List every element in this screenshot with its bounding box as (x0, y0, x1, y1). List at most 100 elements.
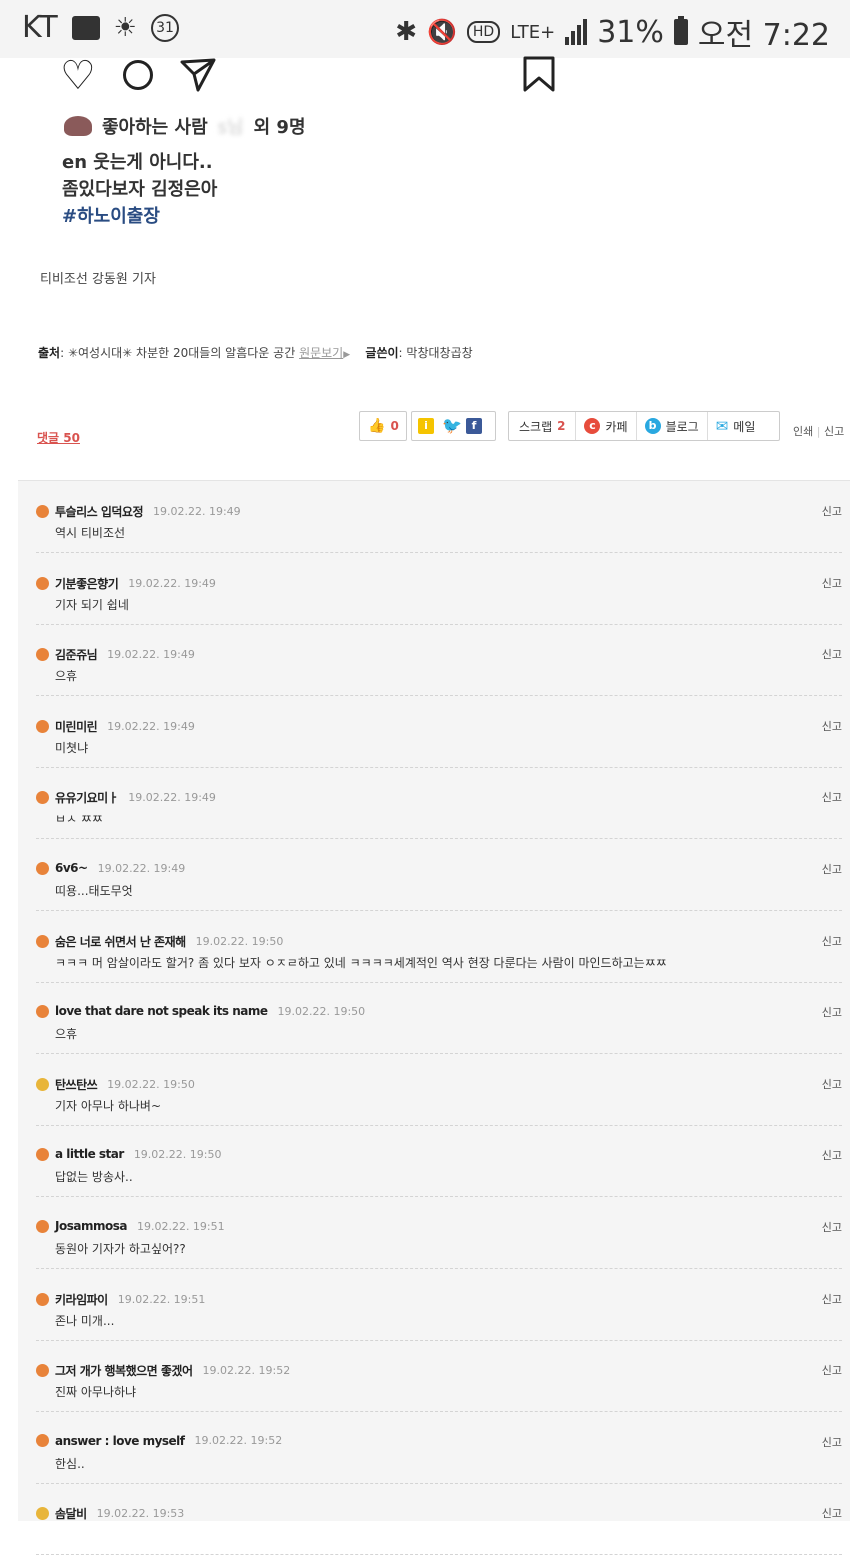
comment-report-link[interactable]: 신고 (822, 503, 842, 519)
comment-item: Josammosa 19.02.22. 19:51 동원아 기자가 하고싶어?? 신고 (36, 1197, 842, 1269)
comment-header: 투슬리스 입덕요정 19.02.22. 19:49 (36, 503, 241, 520)
comment-nickname[interactable]: love that dare not speak its name (55, 1004, 268, 1018)
comment-time: 19.02.22. 19:49 (97, 861, 186, 875)
member-level-icon (36, 1077, 49, 1091)
hashtag-link[interactable]: #하노이출장 (62, 202, 160, 228)
comment-report-link[interactable]: 신고 (822, 1362, 842, 1378)
comment-report-link[interactable]: 신고 (822, 1434, 842, 1450)
comment-report-link[interactable]: 신고 (822, 1219, 842, 1235)
member-level-icon (36, 1364, 49, 1378)
comment-text: ㅋㅋㅋ 머 암살이라도 할거? 좀 있다 보자 ㅇㅈㄹ하고 있네 ㅋㅋㅋㅋ세계적… (55, 955, 667, 970)
bookmark-icon (523, 56, 555, 92)
author-label: 글쓴이 (365, 346, 399, 360)
avatar (64, 116, 92, 136)
comment-time: 19.02.22. 19:49 (107, 648, 195, 662)
comment-time: 19.02.22. 19:49 (153, 505, 241, 518)
mail-icon: ✉ (715, 417, 729, 435)
comment-text: 진짜 아무나하냐 (55, 1385, 137, 1400)
comment-report-link[interactable]: 신고 (822, 718, 842, 734)
comment-item: 미린미린 19.02.22. 19:49 미쳣냐 신고 (36, 696, 842, 768)
likes-suffix: 외 9명 (253, 117, 306, 138)
comment-report-link[interactable]: 신고 (822, 1505, 842, 1521)
comment-item: 김준쥬님 19.02.22. 19:49 으휴 신고 (36, 624, 842, 697)
comment-report-link[interactable]: 신고 (822, 1004, 842, 1020)
comment-report-link[interactable]: 신고 (822, 861, 842, 877)
comment-nickname[interactable]: 6v6~ (55, 861, 88, 875)
comment-nickname[interactable]: 투슬리스 입덕요정 (55, 503, 144, 520)
member-level-icon (36, 791, 49, 805)
comment-item: a little star 19.02.22. 19:50 답없는 방송사.. 신고 (36, 1125, 842, 1198)
battery-percent: 31% (597, 14, 664, 50)
source-label: 출처 (38, 346, 61, 360)
mail-label: 메일 (733, 419, 756, 434)
original-link[interactable]: 원문보기 (299, 346, 343, 360)
member-level-icon (36, 719, 49, 733)
scrap-button[interactable]: 스크랩 2 (509, 412, 577, 440)
comment-nickname[interactable]: 탄쓰탄쓰 (55, 1076, 98, 1093)
mail-button[interactable]: ✉ 메일 (708, 412, 764, 440)
bluetooth-icon: ✱ (395, 17, 417, 47)
comment-nickname[interactable]: 그저 개가 행복했으면 좋겠어 (55, 1362, 193, 1379)
comment-text: 동원아 기자가 하고싶어?? (55, 1242, 186, 1256)
comment-text: 한심.. (55, 1456, 85, 1471)
comment-nickname[interactable]: 솜달비 (55, 1505, 87, 1522)
comment-nickname[interactable]: 김준쥬님 (55, 646, 98, 663)
like-button[interactable]: 👍 0 (359, 411, 407, 441)
comment-header: 그저 개가 행복했으면 좋겠어 19.02.22. 19:52 (36, 1362, 290, 1379)
comment-nickname[interactable]: 미린미린 (55, 718, 98, 735)
comment-time: 19.02.22. 19:52 (194, 1434, 283, 1448)
comment-time: 19.02.22. 19:51 (117, 1292, 206, 1306)
cafe-button[interactable]: c 카페 (576, 412, 637, 440)
comment-header: Josammosa 19.02.22. 19:51 (36, 1219, 225, 1233)
comment-report-link[interactable]: 신고 (822, 646, 842, 662)
network-type-label: LTE+ (510, 21, 556, 43)
comment-item: answer : love myself 19.02.22. 19:52 한심.. 신… (36, 1412, 842, 1484)
comment-nickname[interactable]: 유유기요미ㅏ (55, 789, 119, 806)
thumbs-up-icon: 👍 (368, 418, 386, 434)
report-link[interactable]: 신고 (824, 425, 844, 438)
print-link[interactable]: 인쇄 (793, 425, 813, 438)
comment-item: love that dare not speak its name 19.02.2… (36, 982, 842, 1055)
comment-report-link[interactable]: 신고 (822, 575, 842, 591)
comments-count-link[interactable]: 댓글 50 (37, 429, 80, 446)
comment-nickname[interactable]: a little star (55, 1147, 124, 1161)
comment-header: 미린미린 19.02.22. 19:49 (36, 718, 195, 735)
comment-report-link[interactable]: 신고 (822, 933, 842, 949)
comment-nickname[interactable]: 키라임파이 (55, 1291, 108, 1308)
comment-nickname[interactable]: answer : love myself (55, 1434, 185, 1448)
comment-time: 19.02.22. 19:50 (277, 1004, 366, 1018)
comment-time: 19.02.22. 19:50 (133, 1147, 222, 1161)
comment-report-link[interactable]: 신고 (822, 789, 842, 805)
member-level-icon (36, 1507, 49, 1521)
blog-button[interactable]: b 블로그 (637, 412, 708, 440)
comment-time: 19.02.22. 19:50 (195, 934, 284, 948)
comment-header: 기분좋은향기 19.02.22. 19:49 (36, 575, 216, 592)
hd-icon: HD (466, 21, 501, 43)
comment-report-link[interactable]: 신고 (822, 1147, 842, 1163)
comment-header: 유유기요미ㅏ 19.02.22. 19:49 (36, 789, 216, 806)
comment-report-link[interactable]: 신고 (822, 1076, 842, 1092)
comment-item: 유유기요미ㅏ 19.02.22. 19:49 ㅂㅅ ㅉㅉ 신고 (36, 767, 842, 840)
comment-nickname[interactable]: Josammosa (55, 1219, 127, 1233)
caption-line: en 웃는게 아니다.. (62, 152, 213, 173)
facebook-icon[interactable]: f (466, 418, 482, 434)
comment-time: 19.02.22. 19:49 (107, 719, 195, 733)
member-level-icon (36, 1434, 49, 1448)
likes-blurred-name: s님 (217, 117, 244, 138)
comment-text: 존나 미개... (55, 1313, 115, 1328)
comment-nickname[interactable]: 기분좋은향기 (55, 575, 119, 592)
battery-icon (673, 16, 688, 45)
share-buttons: ⅰ 🐦 f (411, 411, 496, 441)
comment-nickname[interactable]: 숨은 너로 쉬면서 난 존재해 (55, 933, 186, 950)
twitter-icon[interactable]: 🐦 (442, 418, 462, 434)
kakaostory-icon[interactable]: ⅰ (418, 418, 434, 434)
comment-item: 숨은 너로 쉬면서 난 존재해 19.02.22. 19:50 ㅋㅋㅋ 머 암살이라… (36, 911, 842, 983)
gallery-icon (71, 15, 100, 40)
source-text: : ✳︎여성시대✳︎ 차분한 20대들의 알흠다운 공간 (60, 346, 296, 360)
comment-text: 으휴 (55, 1027, 78, 1042)
scrap-count: 2 (557, 419, 566, 433)
comment-text: 역시 티비조선 (55, 526, 126, 540)
comment-report-link[interactable]: 신고 (822, 1291, 842, 1307)
likes-line: 좋아하는 사람 s님 외 9명 (64, 113, 306, 139)
signal-icon (565, 19, 588, 45)
